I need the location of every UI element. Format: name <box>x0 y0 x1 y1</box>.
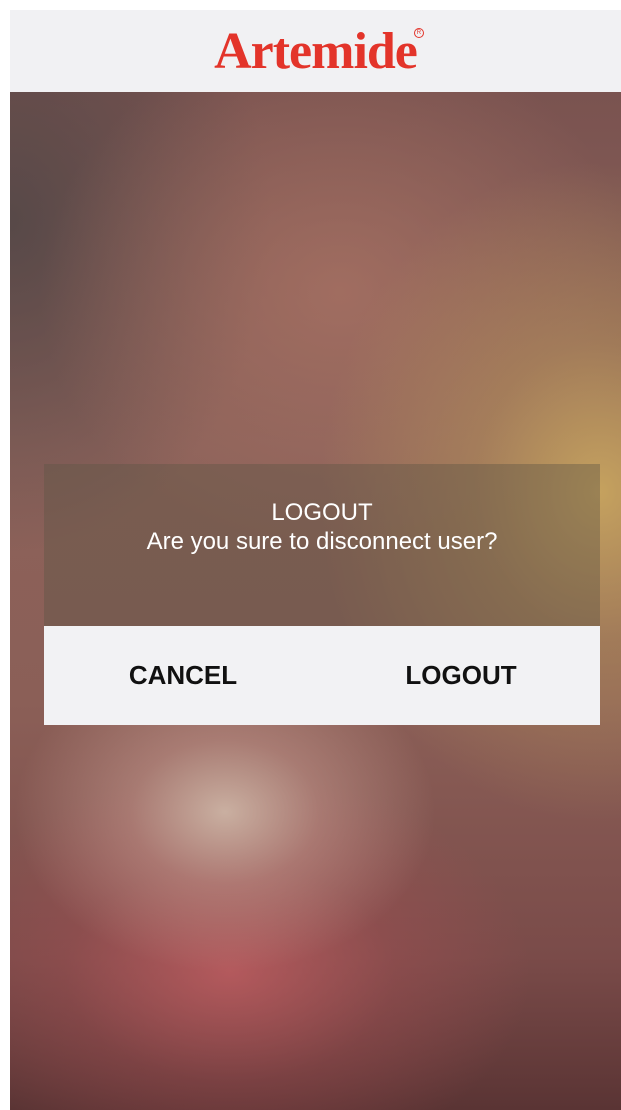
dialog-button-bar: CANCEL LOGOUT <box>44 626 600 725</box>
cancel-button[interactable]: CANCEL <box>44 626 322 725</box>
dialog-title: LOGOUT <box>271 499 373 526</box>
top-header: Artemide R <box>10 10 621 92</box>
registered-mark-icon: R <box>413 28 424 38</box>
brand-logo: Artemide R <box>214 23 424 80</box>
logout-dialog: LOGOUT Are you sure to disconnect user? … <box>44 464 600 725</box>
app-screen: Artemide R LOGOUT Are you sure to discon… <box>10 10 621 1110</box>
brand-logo-text: Artemide <box>214 23 418 80</box>
dialog-message-panel: LOGOUT Are you sure to disconnect user? <box>44 464 600 626</box>
dialog-message: Are you sure to disconnect user? <box>146 528 498 555</box>
logout-confirm-button[interactable]: LOGOUT <box>322 626 600 725</box>
